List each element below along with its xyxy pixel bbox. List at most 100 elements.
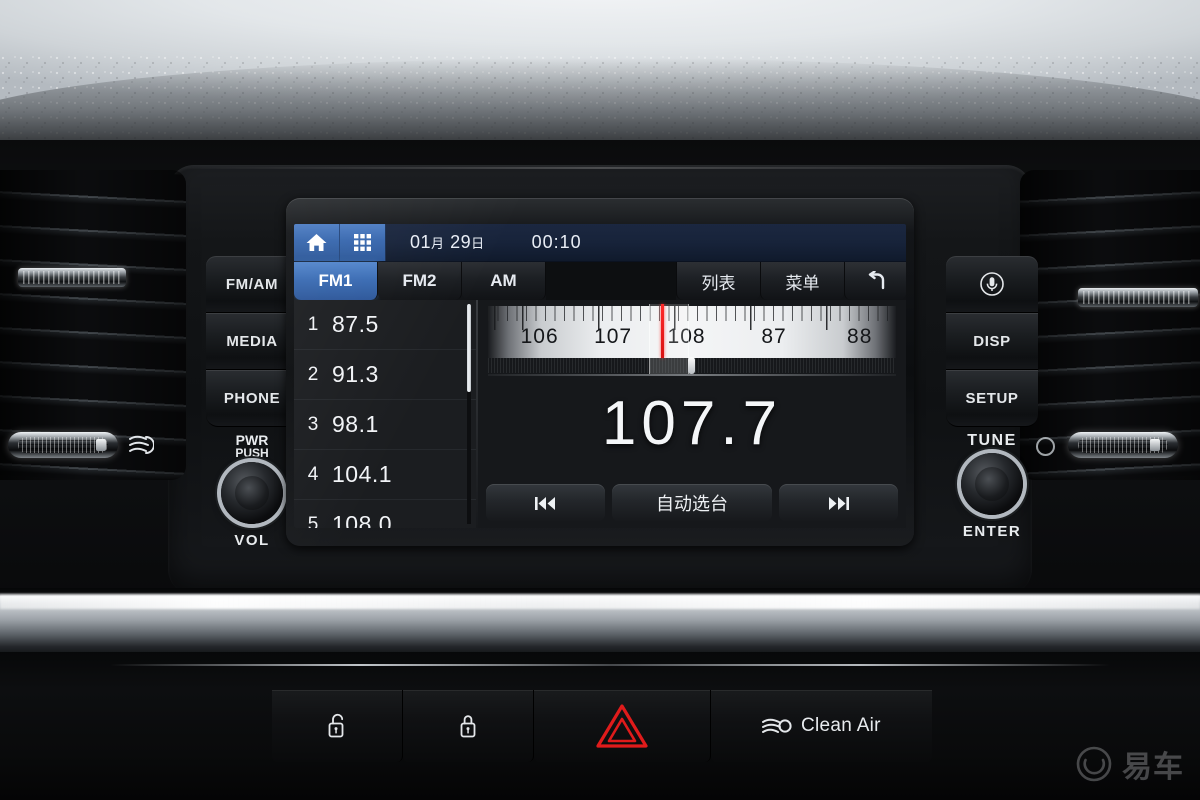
vent-ring-right — [1036, 437, 1055, 456]
volume-knob-wrap: PWR PUSH VOL — [206, 433, 298, 549]
preset-number: 5 — [307, 513, 319, 529]
air-vent-right — [1020, 170, 1200, 480]
phone-button[interactable]: PHONE — [206, 370, 298, 427]
preset-row[interactable]: 4 104.1 — [294, 450, 478, 500]
skip-previous-icon — [535, 496, 556, 510]
preset-frequency: 98.1 — [332, 411, 379, 437]
volume-knob[interactable] — [221, 461, 283, 524]
airflow-icon — [129, 435, 154, 454]
infotainment-screen[interactable]: 01月 29日 00:10 FM1 FM2 AM 列表 菜单 1 87.5 2 … — [294, 224, 906, 528]
auto-scan-label: 自动选台 — [656, 494, 728, 514]
tuning-dial[interactable]: 106 107 108 87 88 — [488, 304, 896, 382]
preset-row[interactable]: 3 98.1 — [294, 400, 478, 450]
preset-row[interactable]: 2 91.3 — [294, 350, 478, 400]
home-icon — [306, 234, 327, 251]
date-time-group: 01月 29日 00:10 — [386, 224, 607, 261]
tab-spacer — [546, 262, 676, 300]
preset-row[interactable]: 5 108.0 — [294, 500, 478, 528]
screen-content: 1 87.5 2 91.3 3 98.1 4 104.1 5 108.0 106… — [294, 300, 906, 528]
apps-button[interactable] — [340, 224, 386, 261]
lower-console-edge — [110, 664, 1110, 666]
apps-grid-icon — [354, 234, 371, 251]
tab-list-label: 列表 — [701, 273, 736, 293]
tab-fm2[interactable]: FM2 — [378, 262, 462, 300]
air-vent-left — [0, 170, 186, 480]
preset-frequency: 104.1 — [332, 461, 393, 487]
tab-fm1-label: FM1 — [318, 271, 353, 290]
preset-list[interactable]: 1 87.5 2 91.3 3 98.1 4 104.1 5 108.0 — [294, 300, 478, 528]
preset-number: 4 — [307, 463, 319, 485]
tune-label: TUNE — [967, 432, 1017, 449]
setup-button[interactable]: SETUP — [946, 370, 1038, 427]
clean-air-label: Clean Air — [801, 715, 881, 736]
date-day: 29 — [450, 232, 472, 252]
status-bar: 01月 29日 00:10 — [294, 224, 906, 262]
tab-fm2-label: FM2 — [402, 271, 437, 290]
dial-baseline — [488, 374, 896, 376]
unlock-icon — [328, 713, 344, 738]
dial-label-107: 107 — [594, 325, 633, 348]
dial-position-marker — [687, 357, 695, 374]
hazard-triangle-icon — [596, 704, 648, 748]
back-arrow-icon — [868, 271, 884, 290]
tab-am[interactable]: AM — [462, 262, 546, 300]
vent-louver-left[interactable] — [18, 268, 126, 287]
tune-knob[interactable] — [961, 453, 1023, 516]
tune-knob-wrap: TUNE ENTER — [946, 432, 1038, 540]
lower-switch-row: Clean Air — [272, 690, 932, 762]
dial-labels: 106 107 108 87 88 — [488, 325, 896, 355]
yiche-logo-icon — [1076, 746, 1112, 782]
watermark: 易车 — [1075, 742, 1184, 786]
seek-previous-button[interactable] — [486, 484, 605, 522]
pwr-label: PWR — [235, 432, 269, 448]
media-label: MEDIA — [226, 332, 278, 350]
vent-thumbwheel-indicator-right — [1150, 439, 1160, 451]
preset-frequency: 91.3 — [332, 361, 379, 387]
door-lock-button[interactable] — [403, 690, 535, 762]
disp-label: DISP — [973, 332, 1011, 350]
screen-bezel: 01月 29日 00:10 FM1 FM2 AM 列表 菜单 1 87.5 2 … — [286, 198, 914, 546]
hazard-lights-button[interactable] — [534, 690, 711, 762]
display-button[interactable]: DISP — [946, 313, 1038, 370]
vent-thumbwheel-right[interactable] — [1068, 432, 1178, 458]
dial-face: 106 107 108 87 88 — [488, 306, 896, 358]
voice-recognition-button[interactable] — [946, 256, 1038, 313]
home-button[interactable] — [294, 224, 340, 261]
microphone-icon — [980, 272, 1004, 296]
tab-list[interactable]: 列表 — [676, 262, 760, 300]
door-unlock-button[interactable] — [272, 690, 404, 762]
tab-am-label: AM — [490, 271, 517, 290]
clean-air-button[interactable]: Clean Air — [710, 690, 932, 762]
right-button-column: DISP SETUP TUNE ENTER — [946, 256, 1038, 540]
setup-label: SETUP — [965, 389, 1019, 407]
preset-row[interactable]: 1 87.5 — [294, 300, 478, 350]
car-infotainment-photo: FM/AM MEDIA PHONE PWR PUSH VOL DISP SETU… — [0, 0, 1200, 800]
media-button[interactable]: MEDIA — [206, 313, 298, 370]
power-push-label: PWR PUSH — [206, 433, 298, 460]
preset-number: 1 — [307, 313, 319, 335]
chrome-highlight — [0, 595, 1200, 609]
dial-label-87: 87 — [761, 325, 787, 348]
fm-am-button[interactable]: FM/AM — [206, 256, 298, 313]
preset-frequency: 108.0 — [332, 511, 393, 528]
clock-display: 00:10 — [531, 232, 582, 252]
lock-icon — [460, 715, 476, 738]
seek-next-button[interactable] — [779, 484, 899, 522]
vol-label: VOL — [234, 531, 270, 549]
dial-label-106: 106 — [520, 325, 559, 348]
tab-fm1[interactable]: FM1 — [294, 262, 378, 300]
tuner-controls: 自动选台 — [486, 484, 899, 522]
dial-label-88: 88 — [847, 325, 873, 348]
preset-scrollbar[interactable] — [467, 304, 471, 524]
auto-scan-button[interactable]: 自动选台 — [611, 484, 773, 522]
preset-scrollbar-thumb[interactable] — [467, 304, 471, 392]
date-display: 01月 29日 — [386, 232, 507, 253]
current-frequency: 107.7 — [601, 389, 783, 458]
tab-menu[interactable]: 菜单 — [760, 262, 844, 300]
tuner-pane: 106 107 108 87 88 107.7 自动选台 — [478, 300, 906, 528]
vent-louver-right[interactable] — [1078, 288, 1198, 307]
watermark-text: 易车 — [1122, 751, 1184, 784]
back-button[interactable] — [844, 262, 906, 300]
date-day-unit: 日 — [471, 236, 485, 251]
tab-menu-label: 菜单 — [785, 273, 820, 293]
